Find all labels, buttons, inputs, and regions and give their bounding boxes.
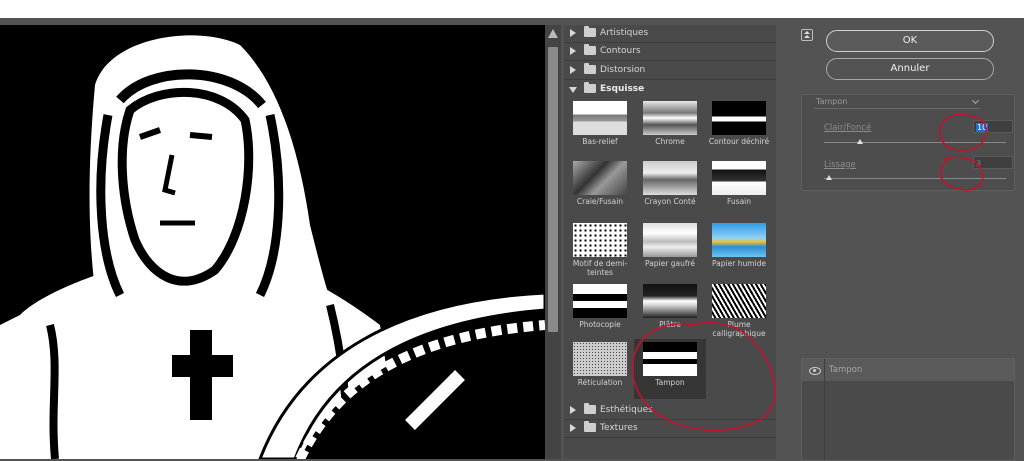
collapse-triangle-icon (569, 87, 577, 93)
category-distorsion[interactable]: Distorsion (564, 62, 776, 80)
filter-label: Motif de demi-teintes (572, 259, 628, 277)
filter-label: Crayon Conté (644, 197, 696, 206)
folder-icon (584, 421, 596, 432)
filter-thumb-bas-relief[interactable]: Bas-relief (564, 98, 630, 158)
cancel-button[interactable]: Annuler (826, 58, 994, 80)
gallery-scrollbar[interactable] (545, 25, 561, 459)
folder-icon (584, 26, 596, 37)
filter-label: Contour déchiré (708, 137, 770, 146)
expand-triangle-icon (570, 424, 576, 432)
clair-fonce-value: 10 (976, 123, 989, 132)
filter-thumb-craie-fusain[interactable]: Craie/Fusain (564, 158, 630, 218)
filter-gallery: Artistiques Contours Distorsion Esquisse… (564, 25, 776, 459)
category-label: Contours (600, 46, 641, 56)
filter-label: Photocopie (579, 320, 621, 329)
filter-thumb-photocopie[interactable]: Photocopie (564, 281, 630, 341)
category-label: Textures (600, 423, 638, 433)
folder-open-icon (584, 82, 596, 93)
effect-layer-name: Tampon (829, 365, 863, 375)
category-textures[interactable]: Textures (564, 420, 776, 438)
filter-select[interactable]: Tampon (814, 95, 980, 109)
category-esthetiques[interactable]: Esthétiques (564, 402, 776, 420)
lissage-slider-track[interactable] (824, 178, 1006, 179)
filter-thumb-contour-dechire[interactable]: Contour déchiré (703, 98, 769, 158)
category-label: Esquisse (600, 84, 645, 94)
filter-thumb-platre[interactable]: Plâtre (634, 281, 700, 341)
filter-preview (643, 223, 697, 257)
filter-preview (573, 161, 627, 195)
filter-select-value: Tampon (816, 97, 848, 106)
clair-fonce-input[interactable]: 10 (973, 120, 1013, 133)
filter-thumb-tampon[interactable]: Tampon (634, 339, 706, 399)
filter-thumb-papier-humide[interactable]: Papier humide (703, 220, 769, 280)
top-strip (0, 0, 1024, 18)
lissage-slider-handle[interactable] (826, 175, 833, 180)
effect-layer-row[interactable]: Tampon (802, 359, 1014, 381)
folder-icon (584, 44, 596, 55)
filter-preview (643, 161, 697, 195)
filter-preview (573, 101, 627, 135)
expand-triangle-icon (570, 29, 576, 37)
lissage-input[interactable]: 3 (973, 156, 1013, 169)
folder-icon (584, 63, 596, 74)
scroll-thumb[interactable] (548, 47, 558, 332)
expand-triangle-icon (570, 406, 576, 414)
filter-thumb-crayon-conte[interactable]: Crayon Conté (634, 158, 700, 218)
filter-label: Bas-relief (582, 137, 618, 146)
filter-preview (643, 101, 697, 135)
clair-fonce-slider-track[interactable] (824, 142, 1006, 143)
clair-fonce-slider-handle[interactable] (857, 139, 864, 144)
lissage-value: 3 (976, 159, 982, 168)
filter-preview (712, 223, 766, 257)
filter-thumb-reticulation[interactable]: Réticulation (564, 339, 630, 399)
filter-label: Plume calligraphique (712, 320, 766, 338)
filter-label: Papier gaufré (645, 259, 695, 268)
filter-thumb-chrome[interactable]: Chrome (634, 98, 700, 158)
filter-label: Tampon (655, 378, 685, 387)
filter-label: Craie/Fusain (576, 197, 624, 206)
expand-triangle-icon (570, 66, 576, 74)
filter-preview (643, 342, 697, 376)
category-label: Artistiques (600, 28, 649, 38)
filter-preview (712, 284, 766, 318)
ok-button[interactable]: OK (826, 30, 994, 52)
category-label: Distorsion (600, 65, 646, 75)
expand-triangle-icon (570, 47, 576, 55)
preview-image (0, 25, 545, 459)
filter-thumb-motif-demi-teintes[interactable]: Motif de demi-teintes (564, 220, 630, 280)
filter-preview (643, 284, 697, 318)
filter-label: Fusain (727, 197, 751, 206)
filter-label: Réticulation (577, 378, 623, 387)
eye-visibility-icon[interactable] (809, 367, 821, 375)
scroll-up-arrow-icon[interactable] (548, 29, 558, 38)
filter-preview (712, 101, 766, 135)
chevron-down-icon (971, 96, 980, 105)
filter-preview (573, 284, 627, 318)
filter-preview (712, 161, 766, 195)
layer-divider (824, 359, 825, 460)
category-label: Esthétiques (600, 405, 653, 415)
collapse-gallery-icon[interactable] (801, 29, 813, 41)
filter-preview (573, 223, 627, 257)
filter-thumb-fusain[interactable]: Fusain (703, 158, 769, 218)
filter-controls: OK Annuler Tampon Clair/Foncé 10 Lissage… (777, 25, 1024, 461)
category-artistiques[interactable]: Artistiques (564, 25, 776, 43)
filter-label: Plâtre (659, 320, 681, 329)
filter-thumb-papier-gaufre[interactable]: Papier gaufré (634, 220, 700, 280)
effect-layers-panel: Tampon (801, 358, 1015, 461)
filter-preview (573, 342, 627, 376)
filter-label: Papier humide (712, 259, 766, 268)
param-label-clair-fonce: Clair/Foncé (824, 123, 872, 133)
filter-settings-panel: Tampon Clair/Foncé 10 Lissage 3 (801, 94, 1015, 191)
filter-thumb-plume-calligraphique[interactable]: Plume calligraphique (703, 281, 769, 341)
category-contours[interactable]: Contours (564, 43, 776, 61)
param-label-lissage: Lissage (824, 160, 856, 170)
filter-label: Chrome (655, 137, 685, 146)
folder-icon (584, 403, 596, 414)
preview-canvas[interactable] (0, 25, 545, 459)
filter-thumbnails: Bas-relief Chrome Contour déchiré Craie/… (564, 98, 776, 403)
category-esquisse[interactable]: Esquisse (564, 81, 776, 98)
